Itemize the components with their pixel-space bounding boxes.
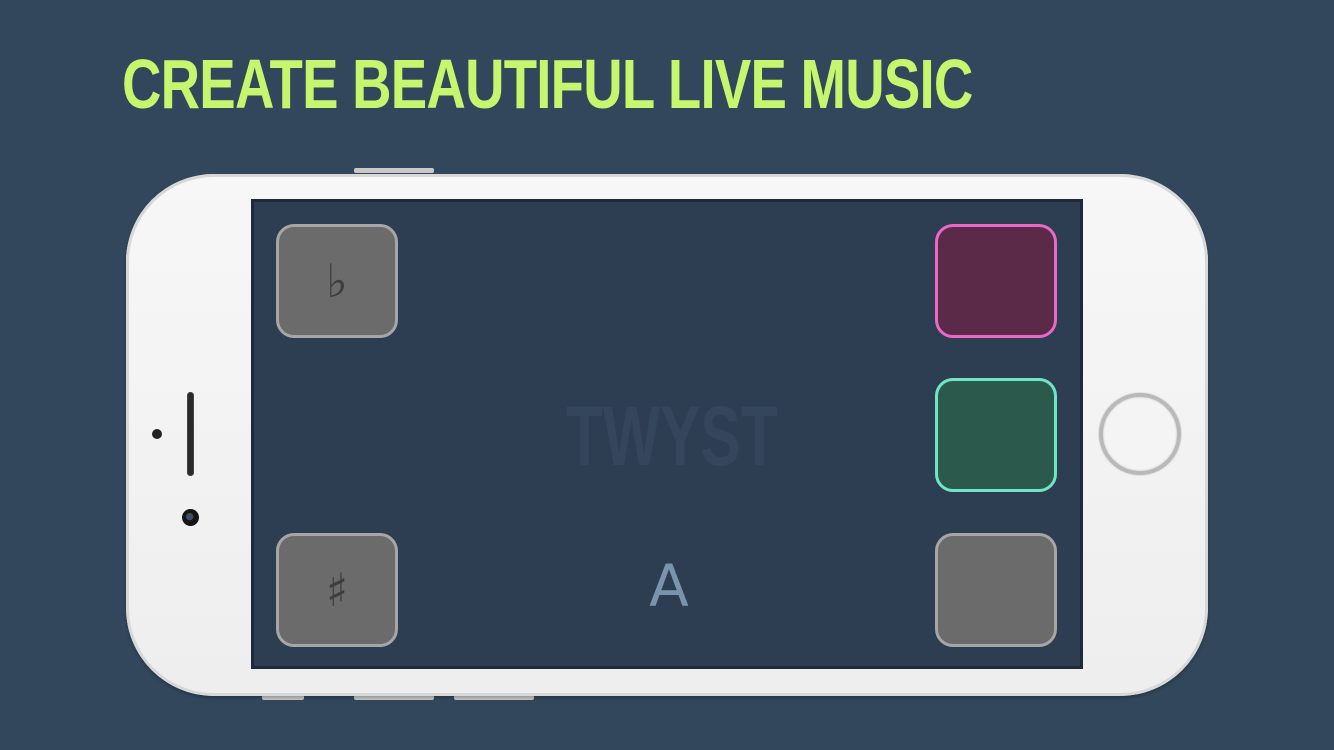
current-note-label: A	[649, 552, 689, 620]
sharp-icon: ♯	[325, 563, 349, 617]
twyst-logo: TWYST	[566, 389, 778, 483]
app-screen: ♭ ♯ TWYST A	[251, 199, 1083, 669]
flat-icon: ♭	[326, 254, 348, 308]
phone-camera-icon	[182, 509, 199, 526]
promo-headline: CREATE BEAUTIFUL LIVE MUSIC	[122, 45, 973, 123]
pink-pad-button[interactable]	[935, 224, 1057, 338]
sharp-pad-button[interactable]: ♯	[276, 533, 398, 647]
phone-top-button	[354, 168, 434, 173]
promo-stage: CREATE BEAUTIFUL LIVE MUSIC ♭ ♯ TWYST A	[0, 0, 1334, 750]
teal-pad-button[interactable]	[935, 378, 1057, 492]
phone-speaker	[187, 392, 194, 476]
phone-sensor	[152, 429, 162, 439]
flat-pad-button[interactable]: ♭	[276, 224, 398, 338]
home-button[interactable]	[1099, 393, 1181, 475]
gray-pad-button[interactable]	[935, 533, 1057, 647]
